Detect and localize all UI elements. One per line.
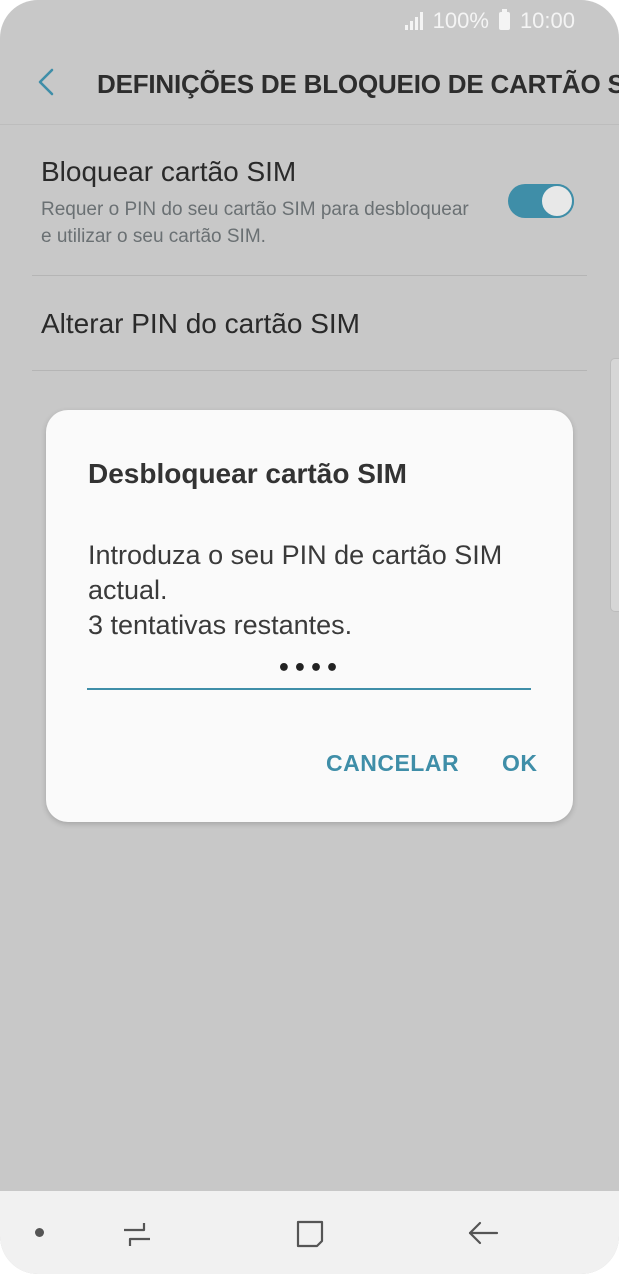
battery-icon	[498, 9, 510, 30]
battery-percent: 100%	[432, 8, 489, 33]
dialog-title: Desbloquear cartão SIM	[88, 458, 407, 489]
setting-lock-sim[interactable]: Bloquear cartão SIM Requer o PIN do seu …	[0, 124, 619, 276]
home-icon[interactable]	[293, 1217, 327, 1251]
setting-lock-sim-title: Bloquear cartão SIM	[41, 156, 297, 187]
signal-icon	[404, 12, 423, 30]
dialog-message-line1: Introduza o seu PIN de cartão SIM actual…	[88, 540, 503, 605]
page-title: DEFINIÇÕES DE BLOQUEIO DE CARTÃO SIM	[97, 69, 619, 99]
recents-icon[interactable]	[120, 1217, 154, 1251]
dialog-message-line2: 3 tentativas restantes.	[88, 610, 353, 640]
nav-dot-icon	[35, 1228, 44, 1237]
phone-screen: 100% 10:00 DEFINIÇÕES DE BLOQUEIO DE CAR…	[0, 0, 619, 1274]
navigation-bar	[0, 1191, 619, 1274]
back-arrow-icon[interactable]	[32, 66, 64, 98]
divider	[32, 370, 587, 371]
toggle-knob	[540, 184, 574, 218]
status-bar: 100% 10:00	[0, 0, 619, 42]
setting-lock-sim-description: Requer o PIN do seu cartão SIM para desb…	[41, 199, 469, 247]
unlock-sim-dialog: Desbloquear cartão SIM Introduza o seu P…	[46, 410, 573, 822]
setting-change-pin-title: Alterar PIN do cartão SIM	[41, 308, 361, 339]
dialog-message: Introduza o seu PIN de cartão SIM actual…	[88, 538, 538, 643]
lock-sim-toggle[interactable]	[508, 184, 574, 218]
scroll-indicator[interactable]	[610, 358, 619, 612]
clock: 10:00	[519, 8, 575, 33]
pin-input[interactable]	[87, 648, 531, 690]
ok-button[interactable]: OK	[502, 750, 538, 777]
app-bar: DEFINIÇÕES DE BLOQUEIO DE CARTÃO SIM	[0, 42, 619, 125]
back-icon[interactable]	[466, 1217, 500, 1251]
setting-change-pin[interactable]: Alterar PIN do cartão SIM	[0, 276, 619, 371]
status-indicators: 100% 10:00	[404, 8, 575, 34]
cancel-button[interactable]: CANCELAR	[326, 750, 459, 777]
